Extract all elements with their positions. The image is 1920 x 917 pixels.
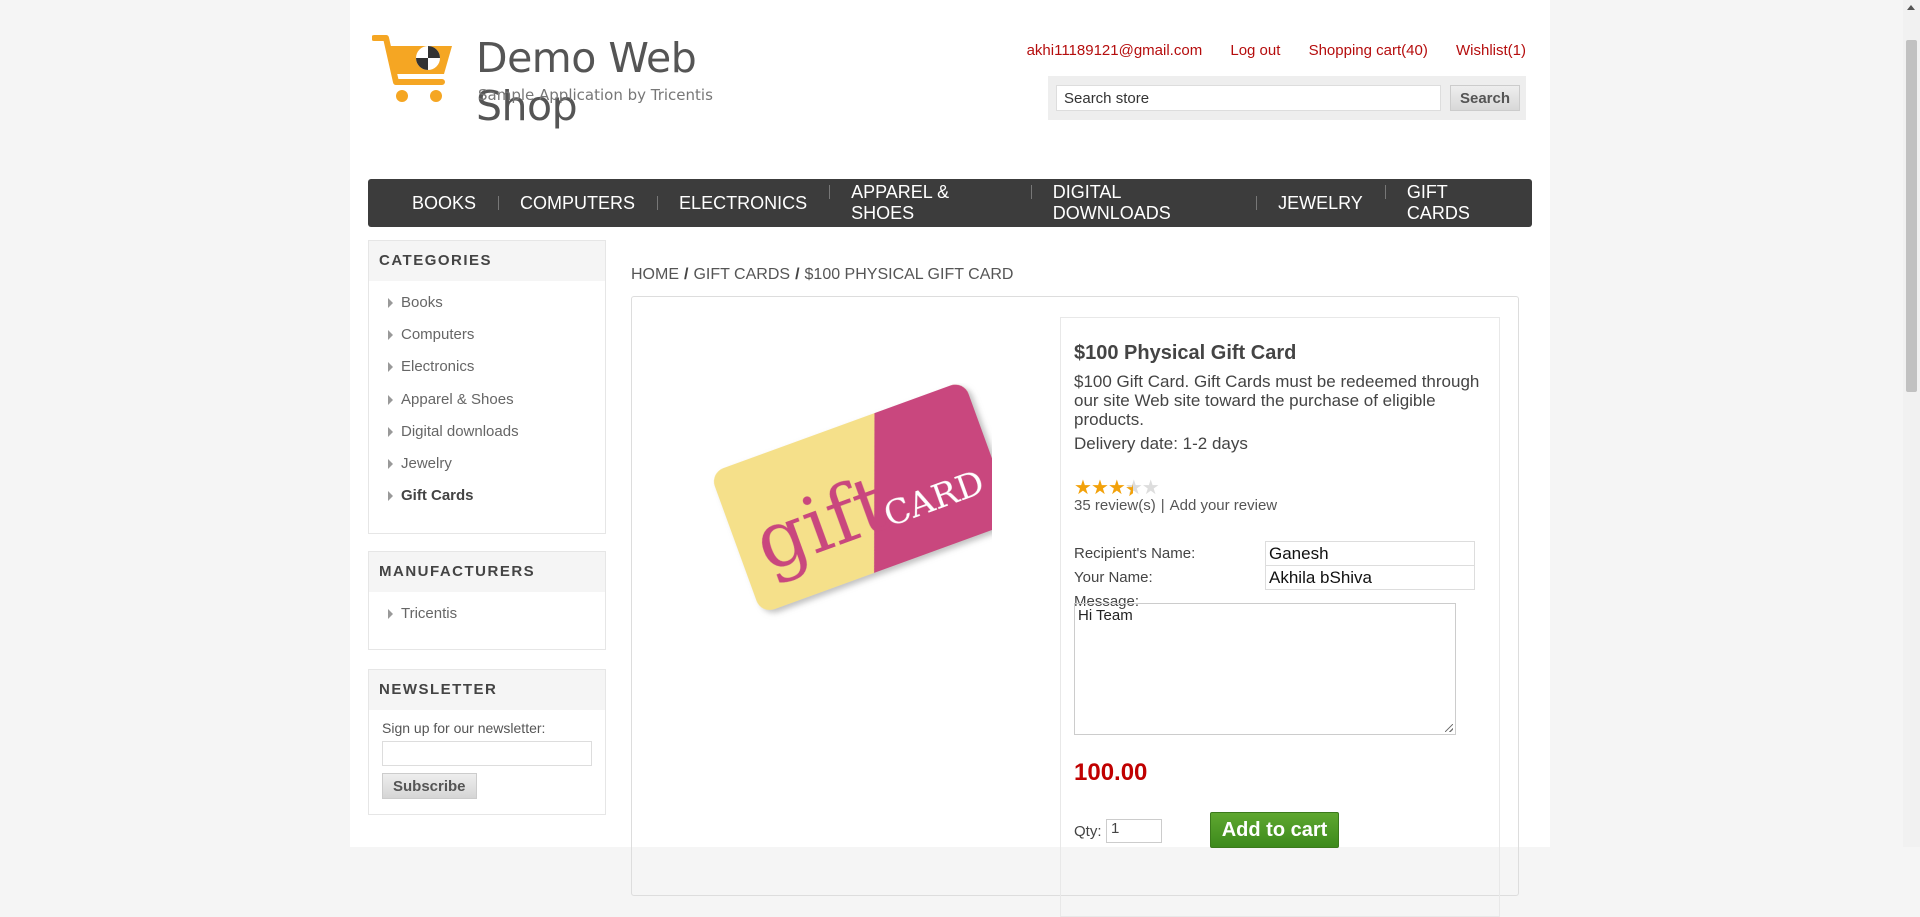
- breadcrumb: HOME / GIFT CARDS / $100 PHYSICAL GIFT CARD: [631, 266, 1013, 284]
- logo[interactable]: Demo Web Shop Sample Application by Tric…: [372, 34, 772, 130]
- qty-input[interactable]: 1: [1106, 819, 1162, 843]
- logo-title: Demo Web Shop: [476, 34, 697, 130]
- star-empty-icon: ★: [1141, 477, 1160, 499]
- qty-label: Qty:: [1074, 823, 1102, 840]
- reviews-link[interactable]: 35 review(s): [1074, 497, 1156, 514]
- newsletter-block: NEWSLETTER Sign up for our newsletter: S…: [368, 669, 606, 815]
- scrollbar-thumb[interactable]: [1906, 40, 1917, 392]
- resize-grip-icon[interactable]: [1445, 724, 1453, 732]
- logout-link[interactable]: Log out: [1230, 42, 1280, 59]
- subscribe-button[interactable]: Subscribe: [382, 773, 477, 799]
- star-half-icon: ★★: [1124, 477, 1143, 501]
- breadcrumb-current: $100 PHYSICAL GIFT CARD: [804, 266, 1014, 283]
- delivery-date: Delivery date: 1-2 days: [1074, 434, 1248, 453]
- menu-item-apparel-shoes[interactable]: APPAREL & SHOES: [829, 182, 1031, 224]
- category-item-apparel-shoes[interactable]: Apparel & Shoes: [387, 384, 605, 416]
- breadcrumb-separator: /: [795, 266, 800, 283]
- shopping-cart-link[interactable]: Shopping cart(40): [1309, 42, 1428, 59]
- shopping-cart-logo-icon: [372, 35, 452, 102]
- newsletter-email-input[interactable]: [382, 741, 592, 766]
- manufacturers-list: Tricentis: [369, 592, 605, 636]
- manufacturer-item-tricentis[interactable]: Tricentis: [387, 598, 605, 630]
- menu-item-electronics[interactable]: ELECTRONICS: [657, 193, 829, 214]
- manufacturers-title: MANUFACTURERS: [369, 552, 605, 592]
- your-name-input[interactable]: Akhila bShiva: [1265, 565, 1475, 590]
- product-name: $100 Physical Gift Card: [1074, 342, 1297, 364]
- reviews-line: 35 review(s) | Add your review: [1074, 497, 1277, 514]
- star-full-icon: ★: [1074, 477, 1092, 499]
- message-textarea[interactable]: Hi Team: [1074, 603, 1456, 735]
- category-item-books[interactable]: Books: [387, 287, 605, 319]
- wishlist-link[interactable]: Wishlist(1): [1456, 42, 1526, 59]
- breadcrumb-gift-cards[interactable]: GIFT CARDS: [693, 266, 790, 283]
- newsletter-title: NEWSLETTER: [369, 670, 605, 710]
- menu-item-jewelry[interactable]: JEWELRY: [1256, 193, 1385, 214]
- category-item-computers[interactable]: Computers: [387, 319, 605, 351]
- star-full-icon: ★: [1090, 477, 1109, 499]
- category-item-jewelry[interactable]: Jewelry: [387, 448, 605, 480]
- menu-item-digital-downloads[interactable]: DIGITAL DOWNLOADS: [1030, 182, 1256, 224]
- scrollbar[interactable]: [1903, 0, 1920, 847]
- gift-card-image: gift CARD: [710, 380, 1016, 614]
- your-name-label: Your Name:: [1074, 569, 1153, 586]
- product-price: 100.00: [1074, 759, 1148, 786]
- scroll-up-arrow-icon[interactable]: [1907, 5, 1915, 10]
- product-details: gift CARD $100 Physical Gift Card $100 G…: [631, 296, 1519, 917]
- recipient-name-label: Recipient's Name:: [1074, 545, 1196, 562]
- star-full-icon: ★: [1107, 477, 1126, 499]
- top-menu: BOOKS COMPUTERS ELECTRONICS APPAREL & SH…: [368, 179, 1532, 227]
- add-review-link[interactable]: Add your review: [1170, 497, 1278, 514]
- logo-subtitle: Sample Application by Tricentis: [478, 86, 713, 104]
- newsletter-label: Sign up for our newsletter:: [382, 720, 546, 736]
- menu-item-gift-cards[interactable]: GIFT CARDS: [1384, 182, 1532, 224]
- page: Demo Web Shop Sample Application by Tric…: [350, 0, 1550, 917]
- menu-item-computers[interactable]: COMPUTERS: [498, 193, 657, 214]
- product-image[interactable]: gift CARD: [672, 380, 1016, 643]
- breadcrumb-home[interactable]: HOME: [631, 266, 679, 283]
- product-description: $100 Gift Card. Gift Cards must be redee…: [1074, 372, 1480, 429]
- product-overview: $100 Physical Gift Card $100 Gift Card. …: [1060, 317, 1500, 917]
- categories-list: Books Computers Electronics Apparel & Sh…: [369, 281, 605, 518]
- header-links: akhi11189121@gmail.com Log out Shopping …: [1003, 42, 1526, 59]
- category-item-gift-cards[interactable]: Gift Cards: [387, 480, 605, 512]
- newsletter-body: Sign up for our newsletter: Subscribe: [369, 710, 605, 813]
- search-button[interactable]: Search: [1450, 85, 1520, 111]
- reviews-separator: |: [1160, 497, 1165, 514]
- menu-item-books[interactable]: BOOKS: [390, 193, 498, 214]
- manufacturers-block: MANUFACTURERS Tricentis: [368, 551, 606, 650]
- categories-block: CATEGORIES Books Computers Electronics A…: [368, 240, 606, 534]
- search-input[interactable]: Search store: [1056, 85, 1441, 111]
- search-box: Search store Search: [1048, 76, 1526, 120]
- category-item-electronics[interactable]: Electronics: [387, 351, 605, 383]
- account-link[interactable]: akhi11189121@gmail.com: [1027, 42, 1203, 59]
- add-to-cart-button[interactable]: Add to cart: [1210, 812, 1339, 848]
- category-item-digital-downloads[interactable]: Digital downloads: [387, 416, 605, 448]
- breadcrumb-separator: /: [684, 266, 689, 283]
- message-text: Hi Team: [1078, 607, 1133, 624]
- recipient-name-input[interactable]: Ganesh: [1265, 541, 1475, 566]
- categories-title: CATEGORIES: [369, 241, 605, 281]
